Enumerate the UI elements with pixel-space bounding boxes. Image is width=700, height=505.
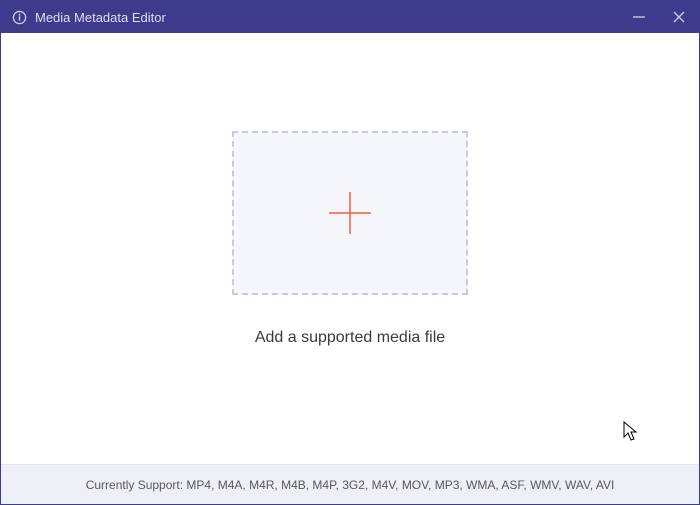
window-controls	[629, 7, 689, 27]
plus-icon	[327, 190, 373, 236]
client-area: Add a supported media file Currently Sup…	[1, 33, 699, 504]
main-area: Add a supported media file	[1, 33, 699, 464]
titlebar: Media Metadata Editor	[1, 1, 699, 33]
dropzone-prompt: Add a supported media file	[255, 329, 445, 347]
window-title: Media Metadata Editor	[35, 10, 629, 25]
add-media-dropzone[interactable]	[232, 131, 468, 295]
minimize-button[interactable]	[629, 7, 649, 27]
supported-formats-footer: Currently Support: MP4, M4A, M4R, M4B, M…	[1, 464, 699, 504]
app-window: Media Metadata Editor	[0, 0, 700, 505]
close-button[interactable]	[669, 7, 689, 27]
app-info-icon	[11, 9, 27, 25]
supported-formats-text: Currently Support: MP4, M4A, M4R, M4B, M…	[86, 478, 615, 492]
